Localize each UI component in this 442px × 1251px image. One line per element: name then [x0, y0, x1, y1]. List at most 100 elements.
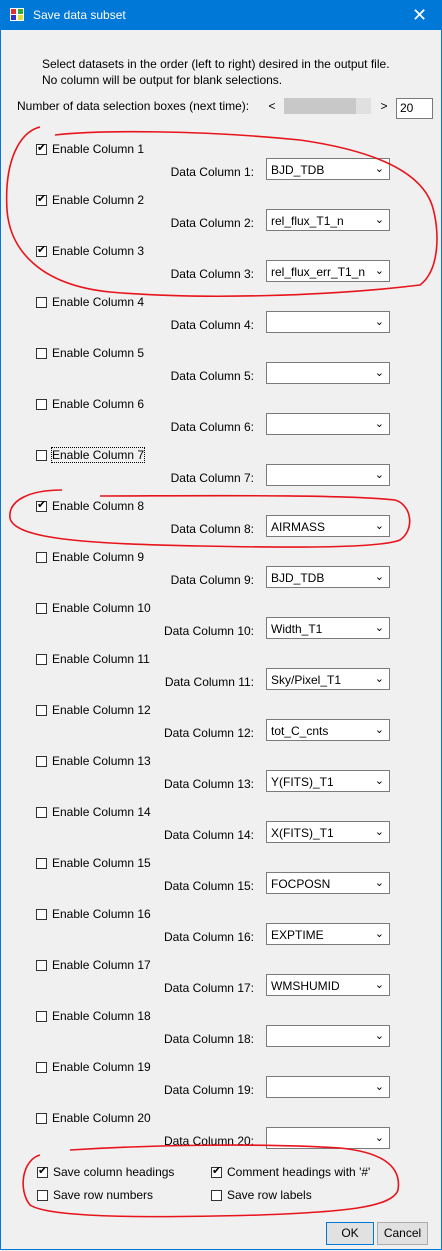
column-row: ✔ Enable Column 8 Data Column 8: AIRMASS ⌄ — [0, 499, 440, 550]
check-icon: ✔ — [212, 1165, 222, 1177]
save-row-labels-checkbox[interactable] — [211, 1190, 222, 1201]
data-column-value: BJD_TDB — [271, 571, 325, 585]
column-row: Enable Column 14 Data Column 14: X(FITS)_T… — [0, 805, 440, 856]
enable-column-checkbox[interactable] — [36, 1062, 47, 1073]
cancel-button[interactable]: Cancel — [377, 1222, 428, 1245]
data-column-label: Data Column 4: — [170, 318, 254, 332]
data-column-dropdown[interactable]: X(FITS)_T1 ⌄ — [266, 821, 390, 843]
slider-left-arrow-icon[interactable]: < — [265, 96, 279, 116]
data-column-dropdown[interactable]: rel_flux_T1_n ⌄ — [266, 209, 390, 231]
close-button[interactable]: ✕ — [397, 0, 442, 30]
enable-column-label: Enable Column 11 — [52, 652, 150, 666]
enable-column-checkbox[interactable]: ✔ — [36, 142, 47, 155]
data-column-label: Data Column 1: — [170, 165, 254, 179]
boxes-count-label: Number of data selection boxes (next tim… — [17, 99, 250, 113]
enable-column-checkbox[interactable] — [36, 807, 47, 818]
data-column-label: Data Column 15: — [163, 879, 254, 893]
enable-column-checkbox[interactable] — [36, 603, 47, 614]
check-icon: ✔ — [38, 1165, 48, 1177]
data-column-value: Y(FITS)_T1 — [271, 775, 334, 789]
ok-button[interactable]: OK — [326, 1222, 374, 1245]
chevron-down-icon: ⌄ — [374, 163, 384, 175]
chevron-down-icon: ⌄ — [374, 520, 384, 532]
chevron-down-icon: ⌄ — [374, 265, 384, 277]
data-column-dropdown[interactable]: ⌄ — [266, 362, 390, 384]
data-column-dropdown[interactable]: tot_C_cnts ⌄ — [266, 719, 390, 741]
chevron-down-icon: ⌄ — [374, 979, 384, 991]
data-column-dropdown[interactable]: BJD_TDB ⌄ — [266, 566, 390, 588]
column-row: ✔ Enable Column 3 Data Column 3: rel_flux_e… — [0, 244, 440, 295]
data-column-dropdown[interactable]: ⌄ — [266, 311, 390, 333]
enable-column-checkbox[interactable] — [36, 756, 47, 767]
enable-column-label: Enable Column 18 — [52, 1009, 151, 1023]
slider-thumb[interactable] — [284, 98, 356, 114]
data-column-dropdown[interactable]: EXPTIME ⌄ — [266, 923, 390, 945]
column-row: Enable Column 17 Data Column 17: WMSHUMID ⌄ — [0, 958, 440, 1009]
data-column-dropdown[interactable]: Width_T1 ⌄ — [266, 617, 390, 639]
enable-column-checkbox[interactable] — [36, 1011, 47, 1022]
boxes-slider[interactable]: < > — [265, 96, 391, 116]
column-row: Enable Column 16 Data Column 16: EXPTIME ⌄ — [0, 907, 440, 958]
enable-column-checkbox[interactable] — [36, 552, 47, 563]
data-column-dropdown[interactable]: Sky/Pixel_T1 ⌄ — [266, 668, 390, 690]
data-column-label: Data Column 2: — [170, 216, 254, 230]
enable-column-checkbox[interactable]: ✔ — [36, 244, 47, 257]
data-column-dropdown[interactable]: ⌄ — [266, 464, 390, 486]
column-row: ✔ Enable Column 2 Data Column 2: rel_flux_T… — [0, 193, 440, 244]
enable-column-label: Enable Column 10 — [52, 601, 151, 615]
enable-column-checkbox[interactable] — [36, 960, 47, 971]
enable-column-checkbox[interactable] — [36, 348, 47, 359]
enable-column-label: Enable Column 1 — [52, 142, 145, 156]
chevron-down-icon: ⌄ — [374, 1132, 384, 1144]
column-row: Enable Column 19 Data Column 19: ⌄ — [0, 1060, 440, 1111]
window-title: Save data subset — [33, 8, 126, 22]
data-column-dropdown[interactable]: ⌄ — [266, 413, 390, 435]
data-column-dropdown[interactable]: rel_flux_err_T1_n ⌄ — [266, 260, 390, 282]
chevron-down-icon: ⌄ — [374, 367, 384, 379]
data-column-dropdown[interactable]: ⌄ — [266, 1025, 390, 1047]
data-column-dropdown[interactable]: WMSHUMID ⌄ — [266, 974, 390, 996]
enable-column-checkbox[interactable] — [36, 297, 47, 308]
enable-column-label: Enable Column 14 — [52, 805, 151, 819]
save-headings-checkbox[interactable]: ✔ — [37, 1165, 48, 1178]
enable-column-label: Enable Column 2 — [52, 193, 145, 207]
data-column-dropdown[interactable]: ⌄ — [266, 1127, 390, 1149]
data-column-label: Data Column 12: — [163, 726, 254, 740]
enable-column-label: Enable Column 19 — [52, 1060, 151, 1074]
enable-column-checkbox[interactable]: ✔ — [36, 499, 47, 512]
comment-headings-checkbox[interactable]: ✔ — [211, 1165, 222, 1178]
save-row-numbers-checkbox[interactable] — [37, 1190, 48, 1201]
enable-column-checkbox[interactable] — [36, 399, 47, 410]
data-column-dropdown[interactable]: Y(FITS)_T1 ⌄ — [266, 770, 390, 792]
boxes-count-input[interactable]: 20 — [396, 98, 433, 119]
data-column-value: rel_flux_T1_n — [271, 214, 344, 228]
enable-column-label: Enable Column 9 — [52, 550, 145, 564]
data-column-dropdown[interactable]: ⌄ — [266, 1076, 390, 1098]
slider-right-arrow-icon[interactable]: > — [377, 96, 391, 116]
enable-column-checkbox[interactable] — [36, 450, 47, 461]
data-column-value: BJD_TDB — [271, 163, 325, 177]
chevron-down-icon: ⌄ — [374, 622, 384, 634]
enable-column-checkbox[interactable] — [36, 705, 47, 716]
data-column-dropdown[interactable]: BJD_TDB ⌄ — [266, 158, 390, 180]
enable-column-checkbox[interactable] — [36, 654, 47, 665]
data-column-dropdown[interactable]: FOCPOSN ⌄ — [266, 872, 390, 894]
enable-column-label: Enable Column 13 — [52, 754, 151, 768]
column-row: Enable Column 6 Data Column 6: ⌄ — [0, 397, 440, 448]
enable-column-checkbox[interactable] — [36, 1113, 47, 1124]
data-column-label: Data Column 14: — [163, 828, 254, 842]
chevron-down-icon: ⌄ — [374, 316, 384, 328]
chevron-down-icon: ⌄ — [374, 928, 384, 940]
data-column-label: Data Column 3: — [170, 267, 254, 281]
column-row: Enable Column 15 Data Column 15: FOCPOSN ⌄ — [0, 856, 440, 907]
enable-column-checkbox[interactable] — [36, 909, 47, 920]
column-row: Enable Column 13 Data Column 13: Y(FITS)_T… — [0, 754, 440, 805]
enable-column-label: Enable Column 4 — [52, 295, 145, 309]
data-column-label: Data Column 11: — [164, 675, 254, 689]
info-line-2: No column will be output for blank selec… — [42, 73, 283, 87]
enable-column-checkbox[interactable]: ✔ — [36, 193, 47, 206]
column-row: Enable Column 4 Data Column 4: ⌄ — [0, 295, 440, 346]
close-icon: ✕ — [411, 5, 428, 25]
data-column-dropdown[interactable]: AIRMASS ⌄ — [266, 515, 390, 537]
enable-column-checkbox[interactable] — [36, 858, 47, 869]
